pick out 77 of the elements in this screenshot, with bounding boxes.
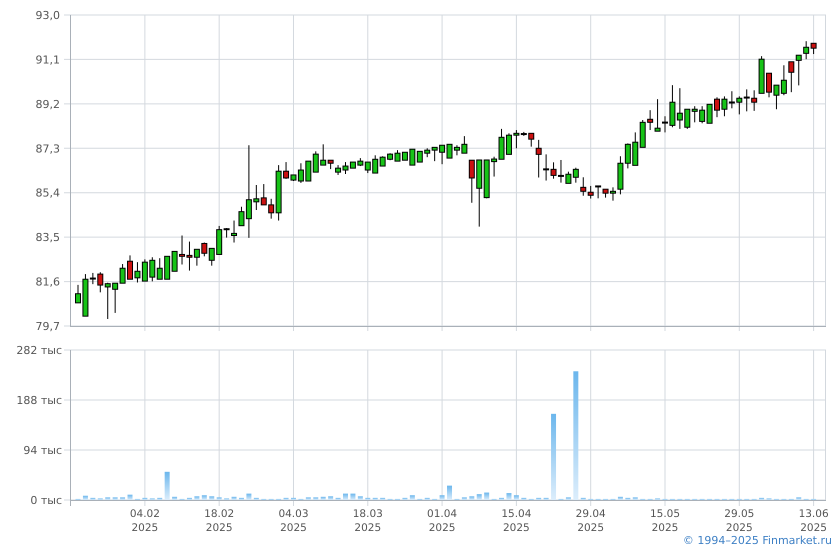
axis-label: 87,3 xyxy=(36,142,60,156)
volume-bar xyxy=(336,498,341,500)
volume-bar xyxy=(164,472,170,500)
volume-bar xyxy=(759,498,764,500)
volume-bar xyxy=(358,496,363,500)
volume-bar xyxy=(128,494,132,500)
axis-label: 89,2 xyxy=(36,98,60,111)
volume-bar xyxy=(410,495,415,500)
volume-bar xyxy=(402,498,408,500)
volume-bar xyxy=(142,498,148,500)
volume-bar xyxy=(380,498,386,500)
axis-label: 85,4 xyxy=(36,186,60,200)
volume-bar xyxy=(120,497,126,500)
volume-bar xyxy=(238,498,244,500)
volume-bar xyxy=(328,496,334,500)
volume-bar xyxy=(506,493,512,500)
volume-bar xyxy=(566,497,571,500)
volume-bar xyxy=(536,498,542,500)
volume-bar xyxy=(82,496,88,500)
volume-bar xyxy=(440,495,445,500)
volume-bar xyxy=(194,496,200,500)
volume-bar xyxy=(90,498,96,500)
volume-bar xyxy=(254,498,259,500)
volume-bar xyxy=(216,497,222,500)
volume-bar xyxy=(796,497,802,500)
volume-bar xyxy=(284,498,289,500)
volume-bar xyxy=(580,498,586,500)
volume-bar xyxy=(246,494,252,500)
axis-label: 93,0 xyxy=(36,9,60,22)
axis-label: 91,1 xyxy=(36,53,60,66)
volume-bar xyxy=(172,496,178,500)
axis-label: 79,7 xyxy=(36,320,60,333)
volume-bar xyxy=(618,496,623,500)
volume-bar xyxy=(499,498,504,500)
axis-label: 83,5 xyxy=(36,231,60,244)
volume-bar xyxy=(186,498,192,500)
volume-bar xyxy=(209,496,214,500)
volume-bar xyxy=(372,498,378,500)
volume-bar xyxy=(484,492,490,500)
volume-bar xyxy=(544,498,549,500)
axis-label: 18.03 2025 xyxy=(352,507,384,535)
volume-bar xyxy=(521,498,526,500)
axis-label: 01.04 2025 xyxy=(426,507,458,535)
axis-label: 18.02 2025 xyxy=(203,507,236,535)
axis-label: 94 тыс xyxy=(23,444,62,457)
volume-bar xyxy=(365,498,370,500)
volume-bar xyxy=(232,496,237,500)
volume-bar xyxy=(105,497,110,500)
volume-bar xyxy=(290,498,296,500)
volume-bar xyxy=(469,496,474,500)
volume-bar xyxy=(350,494,356,500)
volume-bar xyxy=(306,497,311,500)
axis-label: 29.04 2025 xyxy=(574,507,607,535)
axis-label: 04.03 2025 xyxy=(277,507,310,535)
volume-bar xyxy=(447,486,452,500)
axis-label: 282 тыс xyxy=(16,344,62,357)
volume-bar xyxy=(625,498,630,500)
volume-bar xyxy=(202,495,207,500)
axis-label: 15.05 2025 xyxy=(648,507,682,535)
volume-bar xyxy=(462,497,467,500)
axis-label: 13.06 2025 xyxy=(798,507,830,535)
axis-label: 188 тыс xyxy=(16,394,62,407)
volume-bar xyxy=(343,494,348,500)
axis-label: 0 тыс xyxy=(30,494,62,507)
axis-label: 04.02 2025 xyxy=(128,507,161,535)
volume-bar xyxy=(424,498,430,500)
volume-bar xyxy=(320,496,326,500)
axis-label: 15.04 2025 xyxy=(500,507,532,535)
volume-bar xyxy=(632,497,638,500)
volume-bar xyxy=(514,495,519,500)
copyright-link[interactable]: © 1994–2025 Finmarket.ru xyxy=(682,534,832,547)
volume-bar xyxy=(476,494,482,500)
volume-bar xyxy=(313,497,318,500)
axis-label: 29.05 2025 xyxy=(723,507,756,535)
volume-bar xyxy=(112,497,118,500)
axis-label: 81,6 xyxy=(36,276,60,289)
volume-bar xyxy=(157,498,162,500)
